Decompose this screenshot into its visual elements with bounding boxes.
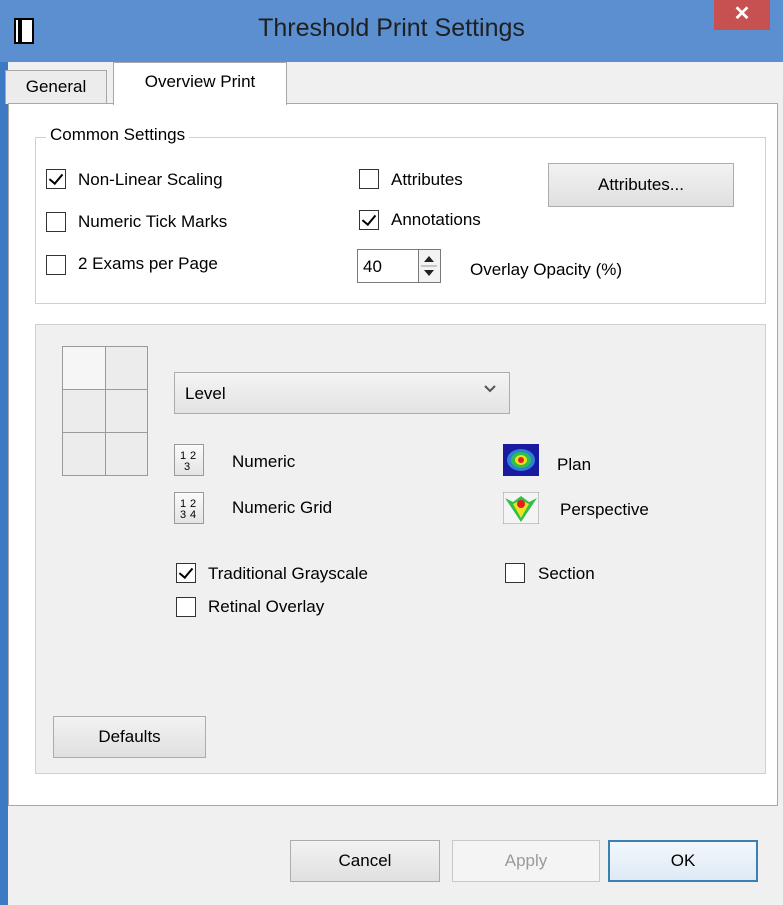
traditional-grayscale-checkbox[interactable]: [176, 563, 196, 583]
perspective-label: Perspective: [560, 500, 649, 519]
attributes-check-label: Attributes: [391, 170, 463, 189]
numeric-grid-icon: 1 2 3 4: [180, 498, 196, 521]
non-linear-scaling-label: Non-Linear Scaling: [78, 170, 223, 189]
traditional-grayscale-label: Traditional Grayscale: [208, 564, 368, 583]
overlay-opacity-spinner[interactable]: [419, 249, 441, 283]
apply-button[interactable]: Apply: [452, 840, 600, 882]
attributes-checkbox[interactable]: [359, 169, 379, 189]
svg-text:3: 3: [180, 509, 186, 521]
numeric-label: Numeric: [232, 452, 296, 471]
two-exams-per-page-checkbox[interactable]: [46, 255, 66, 275]
attributes-button[interactable]: Attributes...: [548, 163, 734, 207]
numeric-grid-icon-button[interactable]: 1 2 3 4: [174, 492, 204, 524]
svg-text:4: 4: [190, 509, 196, 521]
retinal-overlay-label: Retinal Overlay: [208, 597, 325, 616]
numeric-tick-marks-checkbox[interactable]: [46, 212, 66, 232]
perspective-icon[interactable]: [503, 492, 539, 524]
overlay-opacity-input[interactable]: 40: [357, 249, 419, 283]
page-layout-grid-icon[interactable]: [62, 346, 148, 476]
svg-text:2: 2: [190, 450, 196, 462]
non-linear-scaling-checkbox[interactable]: [46, 169, 66, 189]
plan-icon[interactable]: [503, 444, 539, 476]
tab-overview-print[interactable]: Overview Print: [113, 62, 287, 105]
ok-button[interactable]: OK: [608, 840, 758, 882]
common-settings-label: Common Settings: [46, 125, 190, 145]
spinner-arrows-icon: [421, 256, 437, 276]
section-label: Section: [538, 564, 595, 583]
annotations-label: Annotations: [391, 210, 481, 229]
close-button[interactable]: ✕: [714, 0, 770, 30]
numeric-tick-marks-label: Numeric Tick Marks: [78, 212, 228, 231]
overlay-opacity-label: Overlay Opacity (%): [470, 260, 623, 279]
numeric-icon-button[interactable]: 1 2 3: [174, 444, 204, 476]
annotations-checkbox[interactable]: [359, 210, 379, 230]
plan-label: Plan: [557, 455, 592, 474]
defaults-button[interactable]: Defaults: [53, 716, 206, 758]
cancel-button[interactable]: Cancel: [290, 840, 440, 882]
tab-general[interactable]: General: [5, 70, 107, 104]
numeric-icon: 1 2 3: [180, 450, 196, 473]
two-exams-per-page-label: 2 Exams per Page: [78, 254, 218, 273]
retinal-overlay-checkbox[interactable]: [176, 597, 196, 617]
section-checkbox[interactable]: [505, 563, 525, 583]
window-title: Threshold Print Settings: [258, 14, 525, 42]
display-type-dropdown[interactable]: Level: [174, 372, 510, 414]
chevron-down-icon: [484, 385, 496, 393]
numeric-grid-label: Numeric Grid: [232, 498, 333, 517]
svg-text:3: 3: [184, 461, 190, 473]
